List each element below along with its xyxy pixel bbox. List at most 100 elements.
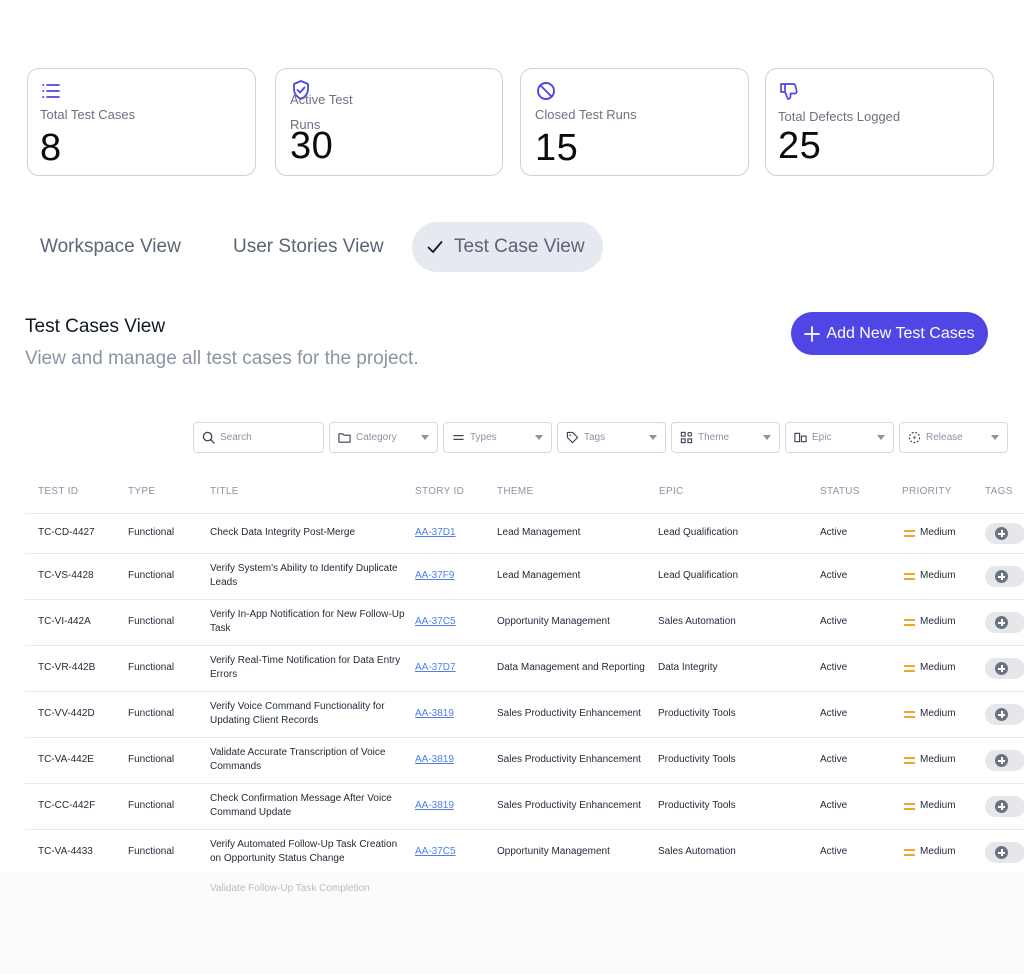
search-input[interactable]: Search bbox=[193, 422, 324, 453]
cell-theme: Sales Productivity Enhancement bbox=[497, 754, 641, 765]
stat-label-line1: Active Test bbox=[290, 92, 353, 107]
column-header-type[interactable]: TYPE bbox=[128, 486, 155, 497]
stat-value: 8 bbox=[40, 127, 62, 169]
check-icon bbox=[427, 241, 443, 253]
cell-status: Active bbox=[820, 662, 848, 673]
stat-value: 25 bbox=[778, 125, 822, 167]
cell-title-line2: Leads bbox=[210, 577, 238, 588]
category-label: Category bbox=[356, 432, 397, 443]
column-header-title[interactable]: TITLE bbox=[210, 486, 239, 497]
release-icon bbox=[908, 431, 921, 444]
types-dropdown[interactable]: Types bbox=[443, 422, 552, 453]
equals-icon bbox=[453, 435, 464, 440]
cell-title-line2: Errors bbox=[210, 669, 238, 680]
plus-circle-icon bbox=[995, 754, 1008, 767]
story-id-link[interactable]: AA-37D7 bbox=[415, 661, 456, 675]
story-id-link[interactable]: AA-3819 bbox=[415, 707, 454, 721]
add-tag-button[interactable] bbox=[985, 750, 1024, 771]
theme-dropdown[interactable]: Theme bbox=[671, 422, 780, 453]
add-tag-button[interactable] bbox=[985, 612, 1024, 633]
stat-value: 30 bbox=[290, 125, 334, 167]
cell-epic: Lead Qualification bbox=[658, 527, 739, 538]
plus-icon bbox=[804, 325, 821, 342]
cell-test-id: TC-CD-4427 bbox=[38, 527, 95, 538]
column-header-tags[interactable]: TAGS bbox=[985, 486, 1013, 497]
column-header-theme[interactable]: THEME bbox=[497, 486, 534, 497]
cell-priority: Medium bbox=[920, 570, 956, 581]
add-tag-button[interactable] bbox=[985, 842, 1024, 863]
column-header-test-id[interactable]: TEST ID bbox=[38, 486, 78, 497]
tab-test-case-view[interactable]: Test Case View bbox=[412, 222, 603, 272]
story-id-link[interactable]: AA-37F9 bbox=[415, 569, 454, 583]
table-row[interactable]: TC-CC-442F Functional Check Confirmation… bbox=[25, 783, 1024, 829]
table-row[interactable]: TC-VI-442A Functional Verify In-App Noti… bbox=[25, 599, 1024, 645]
table-row[interactable]: TC-VS-4428 Functional Verify System's Ab… bbox=[25, 553, 1024, 599]
category-dropdown[interactable]: Category bbox=[329, 422, 438, 453]
cell-title-line1: Check Confirmation Message After Voice bbox=[210, 793, 392, 804]
add-new-test-cases-button[interactable]: Add New Test Cases bbox=[791, 312, 988, 355]
plus-circle-icon bbox=[995, 527, 1008, 540]
ban-icon bbox=[537, 82, 555, 100]
cell-title: Check Data Integrity Post-Merge bbox=[210, 527, 356, 538]
cell-type: Functional bbox=[128, 846, 175, 857]
story-id-link[interactable]: AA-37D1 bbox=[415, 526, 456, 540]
add-tag-button[interactable] bbox=[985, 523, 1024, 544]
cell-priority: Medium bbox=[920, 708, 956, 719]
column-header-epic[interactable]: EPIC bbox=[659, 486, 684, 497]
cell-epic: Productivity Tools bbox=[658, 800, 736, 811]
priority-medium-icon bbox=[904, 849, 915, 856]
cell-priority: Medium bbox=[920, 754, 956, 765]
column-header-story-id[interactable]: STORY ID bbox=[415, 486, 464, 497]
cell-title-line1: Verify Real-Time Notification for Data E… bbox=[210, 655, 401, 666]
release-dropdown[interactable]: Release bbox=[899, 422, 1008, 453]
plus-circle-icon bbox=[995, 800, 1008, 813]
story-id-link[interactable]: AA-3819 bbox=[415, 799, 454, 813]
cell-title-line1: Verify Automated Follow-Up Task Creation bbox=[210, 839, 398, 850]
epic-dropdown[interactable]: Epic bbox=[785, 422, 894, 453]
plus-circle-icon bbox=[995, 846, 1008, 859]
plus-circle-icon bbox=[995, 662, 1008, 675]
cell-priority: Medium bbox=[920, 800, 956, 811]
priority-medium-icon bbox=[904, 573, 915, 580]
stat-card-total-defects: Total Defects Logged 25 bbox=[765, 68, 994, 176]
tag-icon bbox=[566, 431, 579, 444]
cell-type: Functional bbox=[128, 570, 175, 581]
tab-label: Test Case View bbox=[454, 236, 585, 257]
stat-card-active-test-runs: Active Test Runs 30 bbox=[275, 68, 503, 176]
stat-label: Total Test Cases bbox=[40, 107, 136, 122]
epic-label: Epic bbox=[812, 432, 832, 443]
tags-dropdown[interactable]: Tags bbox=[557, 422, 666, 453]
table-row[interactable]: TC-VR-442B Functional Verify Real-Time N… bbox=[25, 645, 1024, 691]
table-row[interactable]: TC-CD-4427 Functional Check Data Integri… bbox=[25, 513, 1024, 553]
table-row[interactable]: TC-VA-4433 Functional Verify Automated F… bbox=[25, 829, 1024, 875]
search-placeholder: Search bbox=[220, 432, 252, 443]
table-row[interactable]: TC-VA-442E Functional Validate Accurate … bbox=[25, 737, 1024, 783]
tab-user-stories-view[interactable]: User Stories View bbox=[233, 222, 384, 272]
column-header-priority[interactable]: PRIORITY bbox=[902, 486, 952, 497]
add-tag-button[interactable] bbox=[985, 566, 1024, 587]
page-title: Test Cases View bbox=[25, 316, 166, 337]
tab-workspace-view[interactable]: Workspace View bbox=[40, 222, 181, 272]
cell-title-line1: Verify Voice Command Functionality for bbox=[210, 701, 385, 712]
cell-epic: Productivity Tools bbox=[658, 754, 736, 765]
story-id-link[interactable]: AA-37C5 bbox=[415, 615, 456, 629]
cell-theme: Lead Management bbox=[497, 570, 581, 581]
cell-epic: Lead Qualification bbox=[658, 570, 739, 581]
search-icon bbox=[202, 431, 215, 444]
add-tag-button[interactable] bbox=[985, 704, 1024, 725]
add-tag-button[interactable] bbox=[985, 796, 1024, 817]
cell-test-id: TC-VR-442B bbox=[38, 662, 96, 673]
folder-icon bbox=[338, 433, 351, 443]
cell-test-id: TC-CC-442F bbox=[38, 800, 96, 811]
add-tag-button[interactable] bbox=[985, 658, 1024, 679]
story-id-link[interactable]: AA-3819 bbox=[415, 753, 454, 767]
cell-title-line2: Commands bbox=[210, 761, 262, 772]
plus-circle-icon bbox=[995, 708, 1008, 721]
table-row[interactable]: TC-VV-442D Functional Verify Voice Comma… bbox=[25, 691, 1024, 737]
cell-type: Functional bbox=[128, 800, 175, 811]
stat-label: Closed Test Runs bbox=[535, 107, 637, 122]
column-header-status[interactable]: STATUS bbox=[820, 486, 860, 497]
chevron-down-icon bbox=[991, 435, 999, 440]
cell-test-id: TC-VA-4433 bbox=[38, 846, 93, 857]
story-id-link[interactable]: AA-37C5 bbox=[415, 845, 456, 859]
